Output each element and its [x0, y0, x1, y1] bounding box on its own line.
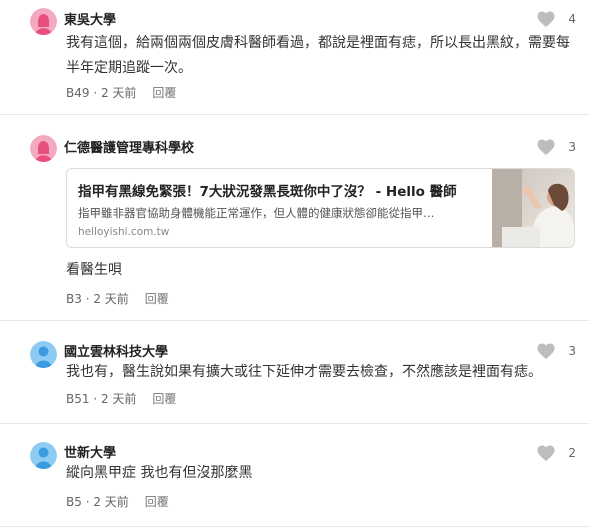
comment-meta: B3 · 2 天前 回覆	[66, 292, 169, 306]
comment-text: 我也有，醫生說如果有擴大或往下延伸才需要去檢查，不然應該是裡面有痣。	[66, 364, 542, 380]
link-domain: helloyishi.com.tw	[78, 226, 170, 238]
comment-meta: B51 · 2 天前 回覆	[66, 392, 177, 406]
comment-text: 看醫生唄	[66, 262, 122, 278]
timestamp: 2 天前	[93, 292, 129, 306]
school-name[interactable]: 仁德醫護管理專科學校	[64, 137, 194, 156]
floor-number: B5	[66, 495, 82, 509]
like-control[interactable]: 3	[536, 342, 576, 360]
link-title: 指甲有黑線免緊張！7大狀況發黑長斑你中了沒？ - Hello 醫師	[78, 184, 457, 200]
comment-meta: B5 · 2 天前 回覆	[66, 495, 169, 509]
link-preview-card[interactable]: 指甲有黑線免緊張！7大狀況發黑長斑你中了沒？ - Hello 醫師 指甲雖非器官…	[66, 168, 575, 248]
like-count: 3	[568, 344, 576, 358]
like-count: 4	[568, 12, 576, 26]
floor-number: B3	[66, 292, 82, 306]
comment-item: 仁德醫護管理專科學校 3 指甲有黑線免緊張！7大狀況發黑長斑你中了沒？ - He…	[0, 115, 589, 321]
link-thumbnail-image	[492, 169, 574, 247]
heart-icon[interactable]	[536, 138, 556, 156]
female-avatar-icon	[30, 135, 57, 162]
comment-text: 我有這個，給兩個兩個皮膚科醫師看過，都說是裡面有痣，所以長出黑紋，需要每半年定期…	[66, 35, 570, 76]
avatar[interactable]	[30, 341, 57, 368]
reply-button[interactable]: 回覆	[152, 392, 176, 406]
comment-item: 國立雲林科技大學 3 我也有，醫生說如果有擴大或往下延伸才需要去檢查，不然應該是…	[0, 321, 589, 424]
school-name[interactable]: 東吳大學	[64, 9, 116, 28]
like-count: 3	[568, 140, 576, 154]
floor-number: B51	[66, 392, 90, 406]
like-count: 2	[568, 446, 576, 460]
heart-icon[interactable]	[536, 444, 556, 462]
comment-item: 世新大學 2 縱向黑甲症 我也有但沒那麼黑 B5 · 2 天前 回覆	[0, 424, 589, 527]
male-avatar-icon	[30, 442, 57, 469]
floor-number: B49	[66, 86, 90, 100]
timestamp: 2 天前	[100, 86, 137, 100]
avatar[interactable]	[30, 135, 57, 162]
timestamp: 2 天前	[100, 392, 137, 406]
like-control[interactable]: 3	[536, 138, 576, 156]
comment-text: 縱向黑甲症 我也有但沒那麼黑	[66, 465, 253, 481]
heart-icon[interactable]	[536, 10, 556, 28]
like-control[interactable]: 2	[536, 444, 576, 462]
school-name[interactable]: 世新大學	[64, 442, 116, 461]
reply-button[interactable]: 回覆	[145, 495, 169, 509]
female-avatar-icon	[30, 8, 57, 35]
comment-item: 東吳大學 4 我有這個，給兩個兩個皮膚科醫師看過，都說是裡面有痣，所以長出黑紋，…	[0, 0, 589, 115]
heart-icon[interactable]	[536, 342, 556, 360]
school-name[interactable]: 國立雲林科技大學	[64, 341, 168, 360]
avatar[interactable]	[30, 442, 57, 469]
timestamp: 2 天前	[93, 495, 129, 509]
link-description: 指甲雖非器官協助身體機能正常運作，但人體的健康狀態卻能從指甲…	[78, 206, 435, 220]
comment-meta: B49 · 2 天前 回覆	[66, 86, 177, 100]
male-avatar-icon	[30, 341, 57, 368]
reply-button[interactable]: 回覆	[145, 292, 169, 306]
like-control[interactable]: 4	[536, 10, 576, 28]
reply-button[interactable]: 回覆	[152, 86, 176, 100]
avatar[interactable]	[30, 8, 57, 35]
